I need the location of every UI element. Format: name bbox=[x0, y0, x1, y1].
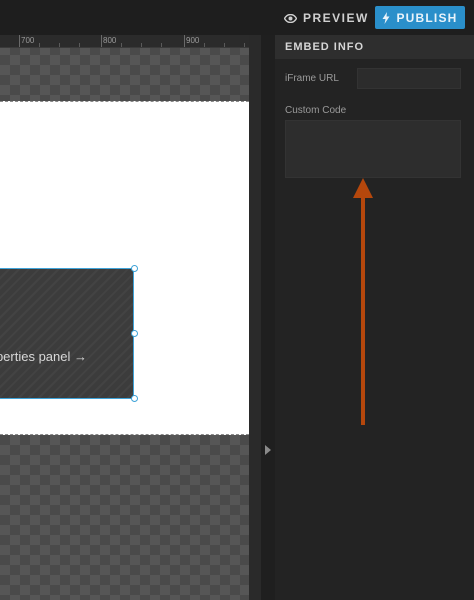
resize-handle-right[interactable] bbox=[131, 330, 138, 337]
ruler-tick bbox=[161, 43, 162, 47]
ruler-tick bbox=[141, 43, 142, 47]
iframe-url-label: iFrame URL bbox=[285, 73, 339, 84]
ruler-tick bbox=[19, 35, 20, 47]
design-canvas[interactable]: 700 800 900 perties panel → bbox=[0, 35, 249, 600]
ruler-tick bbox=[39, 43, 40, 47]
preview-button[interactable]: PREVIEW bbox=[284, 9, 369, 27]
ruler-tick bbox=[204, 43, 205, 47]
lightning-icon bbox=[382, 11, 390, 24]
panel-title: EMBED INFO bbox=[275, 35, 474, 59]
eye-icon bbox=[284, 13, 297, 23]
resize-handle-bottom-right[interactable] bbox=[131, 395, 138, 402]
ruler-tick bbox=[59, 43, 60, 47]
horizontal-ruler: 700 800 900 bbox=[0, 35, 249, 48]
canvas-divider bbox=[249, 35, 261, 600]
ruler-tick bbox=[224, 43, 225, 47]
embed-element[interactable]: perties panel → bbox=[0, 265, 138, 402]
top-toolbar: PREVIEW PUBLISH bbox=[0, 0, 474, 35]
page-artboard[interactable]: perties panel → bbox=[0, 101, 249, 435]
resize-handle-top-right[interactable] bbox=[131, 265, 138, 272]
ruler-label: 900 bbox=[186, 36, 200, 45]
ruler-tick bbox=[244, 43, 245, 47]
properties-panel: EMBED INFO iFrame URL Custom Code bbox=[275, 35, 474, 600]
chevron-right-icon[interactable] bbox=[265, 445, 271, 455]
ruler-tick bbox=[79, 43, 80, 47]
panel-gap bbox=[261, 35, 275, 600]
publish-button[interactable]: PUBLISH bbox=[375, 6, 465, 29]
ruler-label: 700 bbox=[21, 36, 35, 45]
custom-code-textarea[interactable] bbox=[285, 120, 461, 178]
ruler-tick bbox=[101, 35, 102, 47]
custom-code-label: Custom Code bbox=[285, 105, 347, 116]
ruler-label: 800 bbox=[103, 36, 117, 45]
iframe-url-input[interactable] bbox=[357, 68, 461, 89]
ruler-tick bbox=[121, 43, 122, 47]
ruler-tick bbox=[184, 35, 185, 47]
preview-label: PREVIEW bbox=[303, 11, 369, 25]
publish-label: PUBLISH bbox=[396, 10, 458, 25]
embed-placeholder-text: perties panel → bbox=[0, 349, 87, 364]
